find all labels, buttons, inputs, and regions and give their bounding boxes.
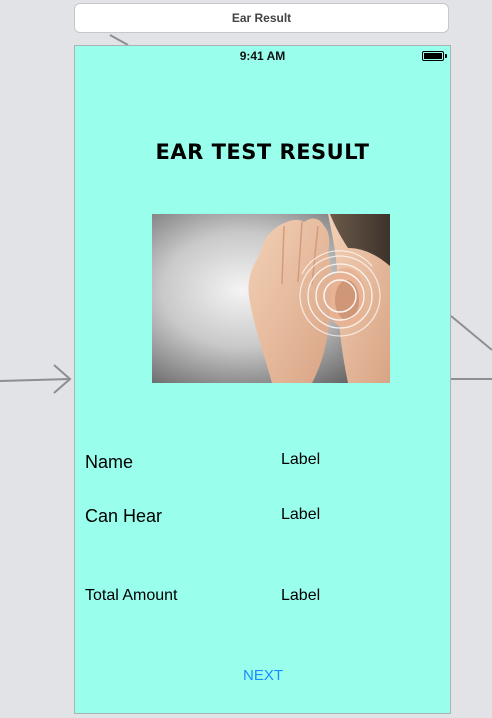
total-amount-value: Label xyxy=(281,587,321,604)
ear-listening-image xyxy=(152,214,390,383)
can-hear-value: Label xyxy=(281,506,321,523)
page-title: EAR TEST RESULT xyxy=(155,140,370,164)
can-hear-label: Can Hear xyxy=(85,506,163,526)
status-time: 9:41 AM xyxy=(239,49,286,63)
status-bar: 9:41 AM xyxy=(75,46,450,66)
battery-full-icon xyxy=(422,51,444,61)
segue-line-incoming xyxy=(0,378,71,382)
segue-arrow-icon xyxy=(53,364,72,394)
name-label: Name xyxy=(85,452,134,472)
scene-title-bar[interactable]: Ear Result xyxy=(74,3,449,33)
battery-tip xyxy=(445,54,447,58)
ear-result-screen: 9:41 AM EAR TEST RESULT Name Label Can H… xyxy=(74,45,451,714)
total-amount-label: Total Amount xyxy=(85,587,178,604)
segue-line-top xyxy=(109,34,129,46)
name-value: Label xyxy=(281,451,321,468)
segue-line-outgoing xyxy=(450,315,492,351)
next-button[interactable]: NEXT xyxy=(213,663,313,687)
